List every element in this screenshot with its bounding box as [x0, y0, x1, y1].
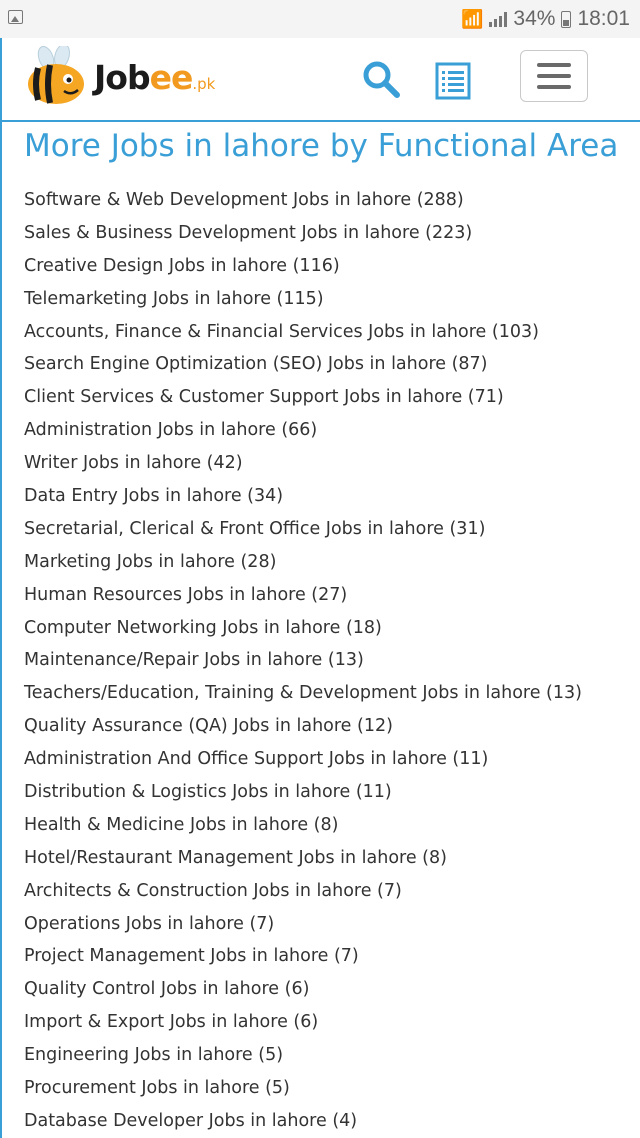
job-category-link[interactable]: Teachers/Education, Training & Developme…	[24, 677, 582, 710]
job-category-link[interactable]: Data Entry Jobs in lahore (34)	[24, 480, 582, 513]
job-category-link[interactable]: Search Engine Optimization (SEO) Jobs in…	[24, 348, 582, 381]
wifi-icon: 📶	[460, 8, 484, 29]
job-category-link[interactable]: Accounts, Finance & Financial Services J…	[24, 316, 582, 349]
job-category-link[interactable]: Engineering Jobs in lahore (5)	[24, 1039, 582, 1072]
job-category-link[interactable]: Architects & Construction Jobs in lahore…	[24, 875, 582, 908]
job-category-link[interactable]: Hotel/Restaurant Management Jobs in laho…	[24, 842, 582, 875]
list-icon[interactable]	[435, 62, 471, 100]
clock: 18:01	[577, 7, 630, 30]
search-icon[interactable]	[360, 58, 402, 100]
page-title: More Jobs in lahore by Functional Area	[24, 128, 619, 164]
battery-percent: 34%	[513, 7, 556, 30]
job-category-link[interactable]: Quality Control Jobs in lahore (6)	[24, 973, 582, 1006]
job-category-link[interactable]: Distribution & Logistics Jobs in lahore …	[24, 776, 582, 809]
job-category-link[interactable]: Operations Jobs in lahore (7)	[24, 908, 582, 941]
job-category-link[interactable]: Computer Networking Jobs in lahore (18)	[24, 612, 582, 645]
job-category-link[interactable]: Client Services & Customer Support Jobs …	[24, 381, 582, 414]
jobee-logo[interactable]: Jobee.pk	[24, 44, 215, 110]
job-category-link[interactable]: Project Management Jobs in lahore (7)	[24, 940, 582, 973]
job-category-link[interactable]: Human Resources Jobs in lahore (27)	[24, 579, 582, 612]
job-category-link[interactable]: Maintenance/Repair Jobs in lahore (13)	[24, 644, 582, 677]
job-category-link[interactable]: Marketing Jobs in lahore (28)	[24, 546, 582, 579]
functional-area-list: Software & Web Development Jobs in lahor…	[24, 184, 582, 1138]
bee-logo-icon	[28, 46, 84, 104]
job-category-link[interactable]: Writer Jobs in lahore (42)	[24, 447, 582, 480]
job-category-link[interactable]: Administration Jobs in lahore (66)	[24, 414, 582, 447]
job-category-link[interactable]: Administration And Office Support Jobs i…	[24, 743, 582, 776]
status-bar: 📶 34% 18:01	[0, 0, 640, 38]
site-header: Jobee.pk	[0, 38, 640, 120]
main-content: More Jobs in lahore by Functional Area S…	[0, 122, 640, 1138]
job-category-link[interactable]: Health & Medicine Jobs in lahore (8)	[24, 809, 582, 842]
job-category-link[interactable]: Database Developer Jobs in lahore (4)	[24, 1105, 582, 1138]
hamburger-menu-button[interactable]	[520, 50, 588, 102]
job-category-link[interactable]: Sales & Business Development Jobs in lah…	[24, 217, 582, 250]
status-bar-right: 📶 34% 18:01	[461, 6, 630, 32]
job-category-link[interactable]: Telemarketing Jobs in lahore (115)	[24, 283, 582, 316]
job-category-link[interactable]: Procurement Jobs in lahore (5)	[24, 1072, 582, 1105]
job-category-link[interactable]: Software & Web Development Jobs in lahor…	[24, 184, 582, 217]
job-category-link[interactable]: Import & Export Jobs in lahore (6)	[24, 1006, 582, 1039]
job-category-link[interactable]: Quality Assurance (QA) Jobs in lahore (1…	[24, 710, 582, 743]
battery-icon	[561, 10, 572, 28]
image-notification-icon	[8, 10, 23, 24]
logo-wordmark: Jobee.pk	[94, 57, 216, 97]
job-category-link[interactable]: Creative Design Jobs in lahore (116)	[24, 250, 582, 283]
job-category-link[interactable]: Secretarial, Clerical & Front Office Job…	[24, 513, 582, 546]
hamburger-menu-icon	[537, 63, 571, 67]
signal-icon	[489, 11, 508, 27]
